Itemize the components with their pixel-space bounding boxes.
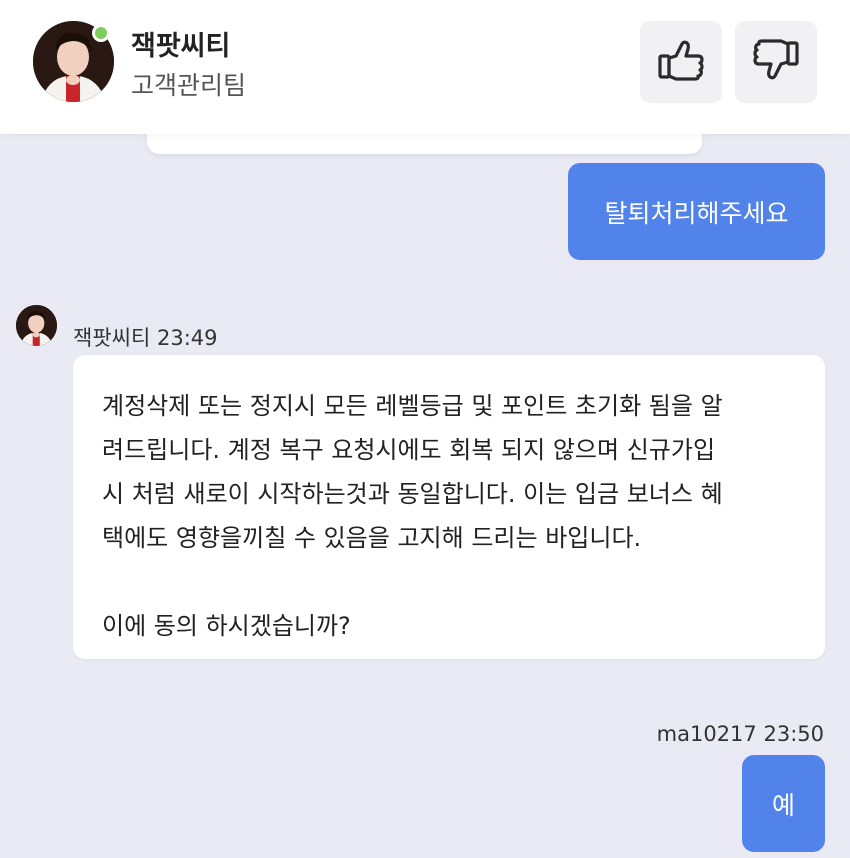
online-status-dot (92, 24, 110, 42)
thumbs-up-icon (658, 39, 704, 85)
agent-team: 고객관리팀 (131, 71, 247, 100)
thumbs-down-button[interactable] (735, 21, 817, 103)
agent-avatar-small (16, 305, 57, 346)
agent-message-line: 계정삭제 또는 정지시 모든 레벨등급 및 포인트 초기화 됨을 알 (102, 392, 723, 420)
agent-message-line: 택에도 영향을끼칠 수 있음을 고지해 드리는 바입니다. (102, 524, 642, 552)
thumbs-up-button[interactable] (640, 21, 722, 103)
user-reply-text: 예 (771, 790, 795, 820)
agent-message-question: 이에 동의 하시겠습니까? (102, 612, 351, 640)
agent-sender-name: 잭팟씨티 (73, 326, 151, 350)
user-sender-name: ma10217 (656, 722, 757, 746)
user-message-text: 탈퇴처리해주세요 (604, 198, 789, 228)
user-message-meta: ma10217 23:50 (657, 722, 824, 746)
chat-header: 잭팟씨티 고객관리팀 (0, 0, 850, 134)
agent-message-bubble: 계정삭제 또는 정지시 모든 레벨등급 및 포인트 초기화 됨을 알 려드립니다… (73, 355, 825, 659)
user-reply-bubble: 예 (742, 755, 825, 852)
agent-message-time: 23:49 (156, 326, 218, 350)
user-message-bubble: 탈퇴처리해주세요 (568, 163, 825, 260)
user-message-time: 23:50 (763, 722, 824, 746)
thumbs-down-icon (753, 39, 799, 85)
agent-message-line: 려드립니다. 계정 복구 요청시에도 회복 되지 않으며 신규가입 (102, 436, 716, 464)
agent-name: 잭팟씨티 (131, 31, 231, 62)
agent-message-line: 시 처럼 새로이 시작하는것과 동일합니다. 이는 입금 보너스 혜 (102, 480, 723, 508)
agent-message-meta: 잭팟씨티 23:49 (73, 322, 218, 352)
